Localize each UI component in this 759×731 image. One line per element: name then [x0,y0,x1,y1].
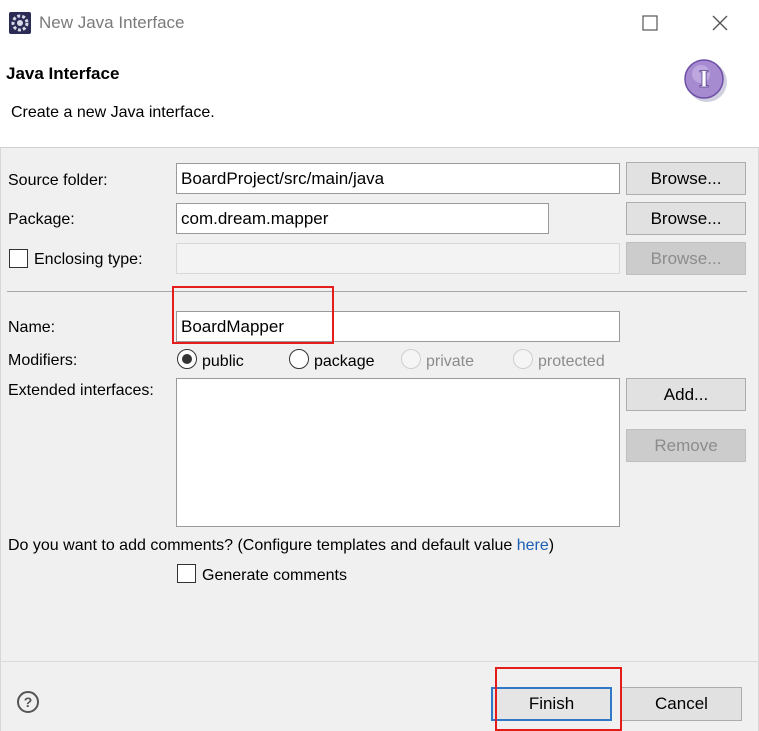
modifier-private-radio[interactable] [401,349,421,369]
source-folder-input[interactable]: BoardProject/src/main/java [176,163,620,194]
modifier-public-radio[interactable] [177,349,197,369]
configure-templates-link[interactable]: here [517,537,549,554]
modifier-protected-radio[interactable] [513,349,533,369]
add-interface-button[interactable]: Add... [626,378,746,411]
remove-interface-button[interactable]: Remove [626,429,746,462]
name-highlight-box [172,286,334,344]
wizard-banner: Java Interface Create a new Java interfa… [0,46,759,148]
help-icon[interactable]: ? [17,691,39,713]
enclosing-type-label: Enclosing type: [34,251,143,268]
comments-question-text: Do you want to add comments? (Configure … [8,537,517,554]
wizard-footer: ? Finish Cancel [0,661,759,731]
title-bar: New Java Interface [0,0,759,46]
page-description: Create a new Java interface. [11,104,215,121]
modifier-private-label: private [426,353,475,370]
modifier-protected-label: protected [538,353,605,370]
interface-icon: I [684,59,727,102]
comments-question: Do you want to add comments? (Configure … [8,537,554,555]
close-button[interactable] [692,6,748,40]
extended-interfaces-label: Extended interfaces: [8,382,154,399]
page-title: Java Interface [6,64,120,83]
package-browse-button[interactable]: Browse... [626,202,746,235]
cancel-button[interactable]: Cancel [621,687,742,721]
modifier-package-label: package [314,353,375,370]
maximize-icon [642,15,658,31]
comments-question-close: ) [548,537,555,554]
package-input[interactable]: com.dream.mapper [176,203,549,234]
generate-comments-checkbox[interactable] [177,564,196,583]
maximize-button[interactable] [622,6,678,40]
window-title: New Java Interface [39,13,185,32]
gear-icon [9,12,31,34]
modifier-public-label: public [202,353,244,370]
modifiers-label: Modifiers: [8,352,78,369]
enclosing-type-input[interactable] [176,243,620,274]
finish-highlight-box [495,667,622,731]
generate-comments-label: Generate comments [202,567,347,584]
extended-interfaces-list[interactable] [176,378,620,527]
close-icon [712,15,728,31]
modifier-package-radio[interactable] [289,349,309,369]
enclosing-type-browse-button[interactable]: Browse... [626,242,746,275]
enclosing-type-checkbox[interactable] [9,249,28,268]
svg-text:I: I [699,67,709,93]
wizard-body: Source folder: BoardProject/src/main/jav… [0,148,759,661]
source-folder-label: Source folder: [8,172,108,189]
source-folder-browse-button[interactable]: Browse... [626,162,746,195]
package-label: Package: [8,211,75,228]
name-label: Name: [8,319,56,336]
separator [7,291,747,292]
